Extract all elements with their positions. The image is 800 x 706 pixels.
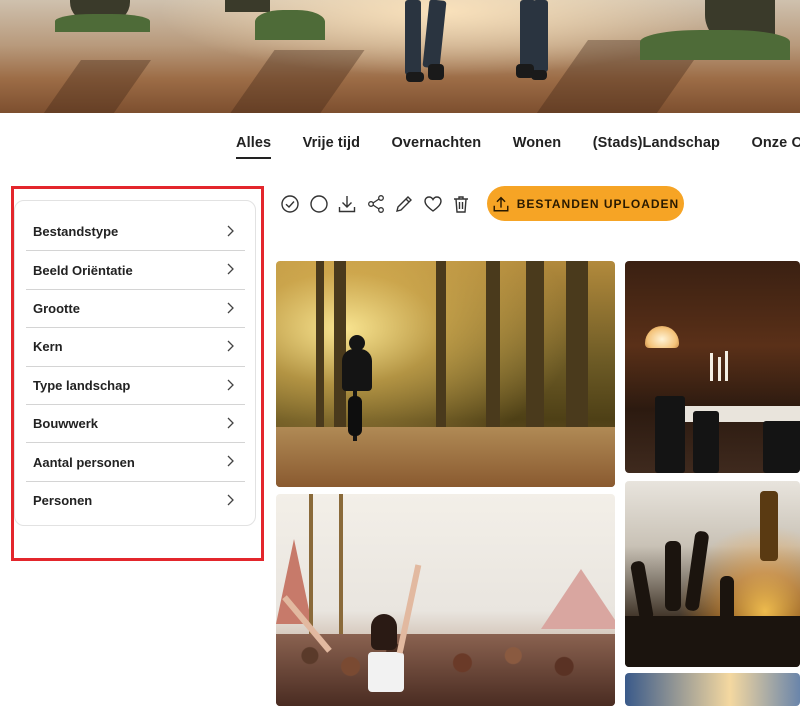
image-tile-concert-hands[interactable] xyxy=(625,481,800,667)
filter-panel: Bestandstype Beeld Oriëntatie Grootte Ke… xyxy=(14,200,256,526)
filter-label: Bouwwerk xyxy=(33,416,99,432)
chevron-right-icon xyxy=(227,225,234,237)
tab-stadslandschap[interactable]: (Stads)Landschap xyxy=(593,135,720,157)
filter-label: Bestandstype xyxy=(33,224,119,240)
favorite-button[interactable] xyxy=(423,194,443,214)
chevron-right-icon xyxy=(227,455,234,467)
trash-icon xyxy=(454,196,468,213)
tab-alles[interactable]: Alles xyxy=(236,135,272,159)
chevron-right-icon xyxy=(227,263,234,275)
filter-label: Personen xyxy=(33,493,93,509)
tab-onze-organisatie[interactable]: Onze Orga xyxy=(751,135,800,157)
hero-banner-image xyxy=(0,0,800,113)
filter-label: Aantal personen xyxy=(33,454,135,470)
image-tile-cyclist-forest[interactable] xyxy=(276,261,615,487)
filter-type-landschap[interactable]: Type landschap xyxy=(26,367,245,405)
filter-beeld-orientatie[interactable]: Beeld Oriëntatie xyxy=(26,251,245,290)
chevron-right-icon xyxy=(227,379,234,391)
delete-button[interactable] xyxy=(451,194,471,214)
filter-label: Beeld Oriëntatie xyxy=(33,262,133,278)
share-button[interactable] xyxy=(366,194,386,214)
upload-button-label: BESTANDEN UPLOADEN xyxy=(516,196,680,211)
share-icon xyxy=(367,195,384,213)
download-icon xyxy=(338,196,356,213)
asset-toolbar xyxy=(280,192,480,216)
filter-label: Type landschap xyxy=(33,377,131,393)
chevron-right-icon xyxy=(227,494,234,506)
filter-aantal-personen[interactable]: Aantal personen xyxy=(26,443,245,482)
pencil-icon xyxy=(396,196,412,212)
heart-icon xyxy=(423,196,442,212)
upload-files-button[interactable]: BESTANDEN UPLOADEN xyxy=(487,186,684,221)
deselect-button[interactable] xyxy=(309,194,329,214)
image-tile-restaurant[interactable] xyxy=(625,261,800,473)
select-all-button[interactable] xyxy=(280,194,300,214)
tab-vrije-tijd[interactable]: Vrije tijd xyxy=(303,135,360,157)
filter-label: Grootte xyxy=(33,300,80,316)
image-tile-festival-crowd[interactable] xyxy=(276,494,615,706)
filter-label: Kern xyxy=(33,339,63,355)
chevron-right-icon xyxy=(227,417,234,429)
circle-icon xyxy=(309,195,328,213)
image-tile-sky[interactable] xyxy=(625,673,800,706)
filter-kern[interactable]: Kern xyxy=(26,328,245,367)
tab-overnachten[interactable]: Overnachten xyxy=(392,135,482,157)
chevron-right-icon xyxy=(227,302,234,314)
edit-button[interactable] xyxy=(394,194,414,214)
tab-wonen[interactable]: Wonen xyxy=(513,135,562,157)
filter-personen[interactable]: Personen xyxy=(26,482,245,520)
download-button[interactable] xyxy=(337,194,357,214)
chevron-right-icon xyxy=(227,340,234,352)
filter-bouwwerk[interactable]: Bouwwerk xyxy=(26,405,245,444)
check-circle-icon xyxy=(281,195,299,213)
filter-grootte[interactable]: Grootte xyxy=(26,290,245,329)
upload-icon xyxy=(493,196,509,211)
category-tabs: Alles Vrije tijd Overnachten Wonen (Stad… xyxy=(236,134,800,159)
filter-bestandstype[interactable]: Bestandstype xyxy=(26,213,245,252)
